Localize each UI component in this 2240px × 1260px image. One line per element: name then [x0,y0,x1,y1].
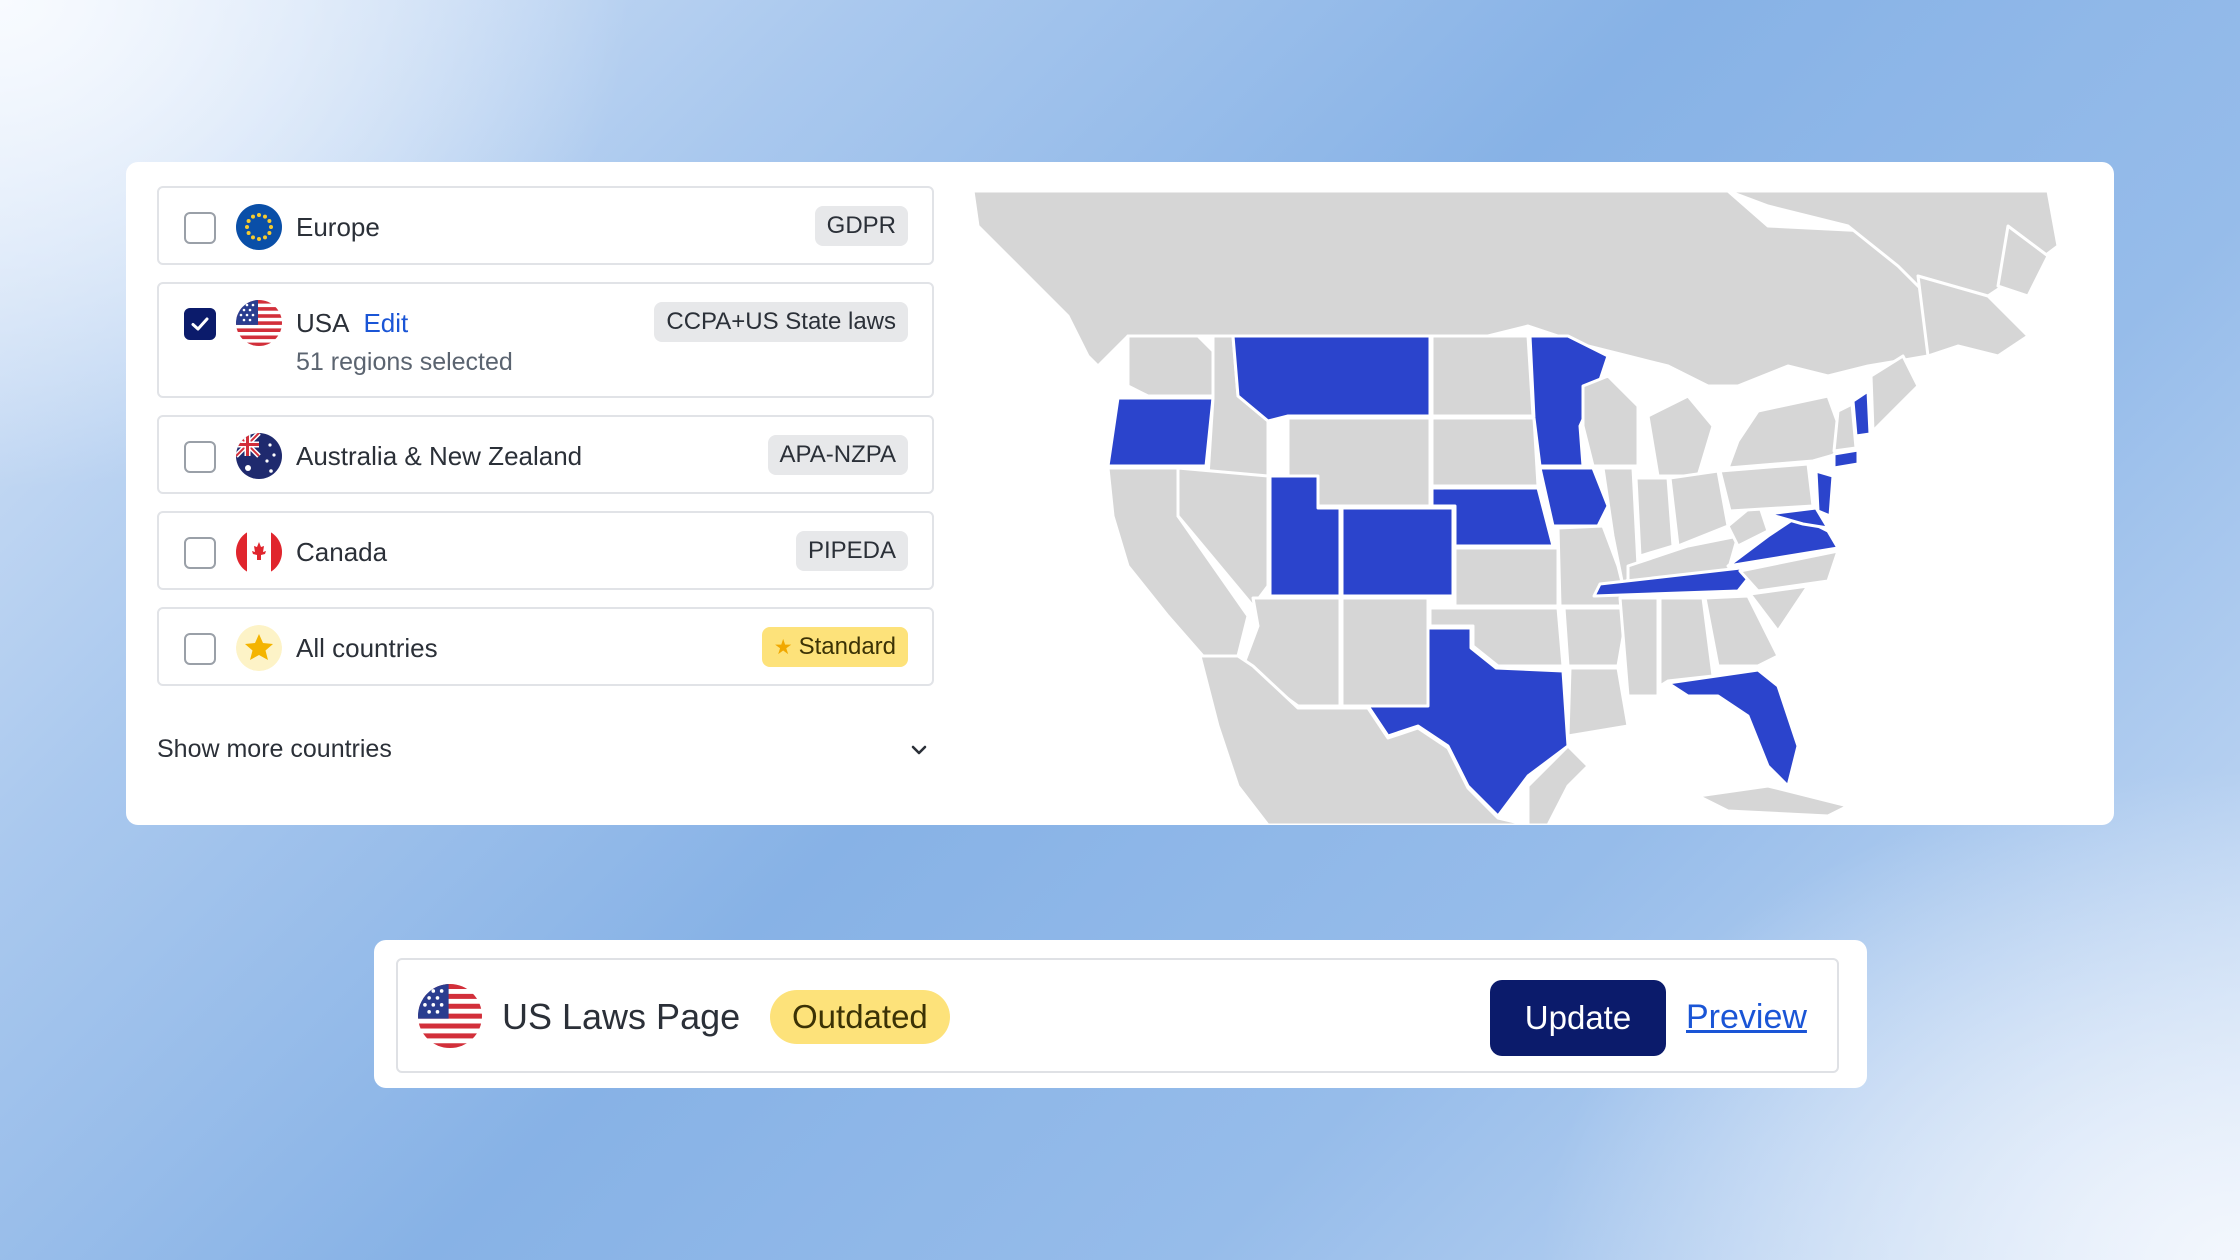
colorado-state [1340,506,1455,598]
vermont-massachusetts [1832,402,1858,453]
new-mexico-state [1340,596,1430,708]
cuba-island [1696,784,1850,818]
europe-checkbox[interactable] [184,212,216,244]
law-badge: APA-NZPA [767,435,908,475]
region-row-usa[interactable]: USA Edit 51 regions selected CCPA+US Stat… [157,282,934,398]
australia-nz-checkbox[interactable] [184,441,216,473]
chevron-down-icon [911,745,927,755]
region-name-text: USA [296,308,350,338]
eu-flag-icon [236,204,282,250]
star-icon: ★ [773,636,793,659]
ohio-state [1668,469,1730,548]
michigan-state [1646,394,1715,478]
region-selector-card: Europe GDPR USA Edit 51 regions selected… [126,162,2114,825]
new-jersey-state [1814,469,1835,518]
region-row-australia-nz[interactable]: Australia & New Zealand APA-NZPA [157,415,934,494]
standard-badge: ★ Standard [761,627,908,667]
montana-state [1231,334,1432,423]
australia-flag-icon [236,433,282,479]
law-badge: GDPR [814,206,908,246]
checkmark-icon [191,317,209,331]
arkansas-state [1562,606,1630,668]
canada-checkbox[interactable] [184,537,216,569]
preview-link[interactable]: Preview [1686,996,1807,1038]
region-name: Canada [296,537,388,567]
page-status-row: US Laws Page Outdated Update Preview [396,958,1839,1073]
show-more-label: Show more countries [157,735,392,763]
edit-link[interactable]: Edit [363,308,408,338]
region-name: All countries [296,633,438,663]
star-icon [236,625,282,671]
wisconsin-state [1581,374,1640,468]
indiana-state [1634,476,1675,558]
north-dakota-state [1430,334,1535,418]
pennsylvania-state [1718,462,1815,513]
iowa-state [1538,466,1610,528]
usa-checkbox[interactable] [184,308,216,340]
show-more-countries[interactable]: Show more countries [157,729,934,769]
new-york-state [1726,394,1850,470]
law-badge: PIPEDA [795,531,908,571]
connecticut-state [1832,448,1860,470]
us-flag-icon [236,300,282,346]
all-countries-checkbox[interactable] [184,633,216,665]
louisiana-state [1566,666,1630,738]
alabama-state [1658,596,1715,688]
page-title: US Laws Page [502,996,741,1037]
region-row-all-countries[interactable]: All countries ★ Standard [157,607,934,686]
region-name: Europe [296,212,380,242]
north-america-map [971,189,2060,825]
page-status-card: US Laws Page Outdated Update Preview [374,940,1867,1088]
update-button[interactable]: Update [1490,980,1666,1056]
canada-flag-icon [236,529,282,575]
maine-state [1869,354,1920,433]
oregon-state [1106,396,1215,468]
us-flag-icon [418,984,482,1048]
florida-state [1666,668,1800,788]
mississippi-state [1618,596,1660,698]
region-list: Europe GDPR USA Edit 51 regions selected… [157,186,934,703]
region-name: Australia & New Zealand [296,441,583,471]
status-badge: Outdated [770,990,950,1044]
badge-label: Standard [798,633,896,660]
region-row-canada[interactable]: Canada PIPEDA [157,511,934,590]
region-name: USA Edit [296,307,408,339]
south-dakota-state [1430,416,1540,488]
law-badge: CCPA+US State laws [654,302,908,342]
region-row-europe[interactable]: Europe GDPR [157,186,934,265]
kansas-state [1453,546,1560,608]
regions-selected-count: 51 regions selected [296,348,513,376]
washington-state [1126,334,1220,398]
